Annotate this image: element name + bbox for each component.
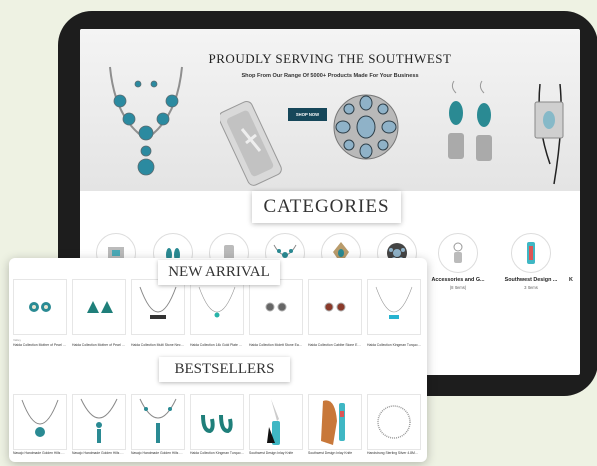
product-name: Handstrung Sterling Silver 4.8MM ... — [367, 451, 421, 455]
category-count: (8 Items) — [449, 285, 467, 290]
product-card[interactable]: Valley Haida Collection Mother of Pearl … — [13, 279, 67, 347]
product-image — [308, 394, 362, 450]
product-image — [13, 279, 67, 335]
product-name: Southwest Design Inlay Knife — [249, 451, 294, 455]
hero-title: PROUDLY SERVING THE SOUTHWEST — [208, 51, 452, 66]
product-image — [190, 279, 244, 335]
product-image — [131, 279, 185, 335]
product-card[interactable]: Haida Collection Cabibe Stone Earrings — [308, 279, 362, 347]
product-card[interactable]: Haida Collection Kingman Turquoise... — [190, 394, 244, 455]
cluster-ring-image[interactable] — [328, 87, 404, 167]
category-image — [511, 233, 551, 273]
product-brand: Valley — [13, 338, 21, 342]
product-card[interactable]: Haida Collection Mother of Pearl & T... — [72, 279, 126, 347]
product-card[interactable]: Handstrung Sterling Silver 4.8MM ... — [367, 394, 421, 455]
product-name: Haida Collection Molett Stone Earrings — [249, 343, 303, 347]
bestsellers-heading: BESTSELLERS — [159, 357, 290, 382]
categories-heading: CATEGORIES — [252, 191, 401, 223]
product-card[interactable]: Navajo Handmade Golden Hills Nec... — [72, 394, 126, 455]
product-card[interactable]: Navajo Handmade Golden Hills Nec... — [131, 394, 185, 455]
bolo-tie-image[interactable] — [520, 84, 580, 189]
product-card[interactable]: Haida Collection 14k Gold Plate Kin... — [190, 279, 244, 347]
category-name: K — [569, 277, 573, 283]
product-brand — [72, 338, 126, 342]
product-name: Haida Collection 14k Gold Plate Kin... — [190, 343, 244, 347]
product-brand — [249, 338, 303, 342]
product-image — [367, 279, 421, 335]
category-item-southwest-design[interactable]: Southwest Design ... 3 Items — [500, 233, 562, 290]
category-item-partial[interactable]: K — [569, 233, 580, 283]
category-item-accessories[interactable]: Accessories and G... (8 Items) — [427, 233, 489, 290]
product-image — [249, 279, 303, 335]
product-name: Haida Collection Kingman Turquoise... — [190, 451, 244, 455]
shop-now-button[interactable]: SHOP NOW — [288, 108, 327, 121]
product-image — [367, 394, 421, 450]
product-image — [72, 279, 126, 335]
product-card[interactable]: Southwest Design Inlay Knife — [249, 394, 303, 455]
category-count: 3 Items — [524, 285, 538, 290]
category-name: Accessories and G... — [431, 277, 485, 283]
product-name: Haida Collection Cabibe Stone Earrings — [308, 343, 362, 347]
product-image — [190, 394, 244, 450]
product-card[interactable]: Haida Collection Kingman Turquoise... — [367, 279, 421, 347]
product-brand — [131, 338, 185, 342]
product-image — [249, 394, 303, 450]
money-clip-image[interactable] — [220, 99, 282, 187]
product-name: Southwest Design Inlay Knife — [308, 451, 353, 455]
product-name: Haida Collection Kingman Turquoise... — [367, 343, 421, 347]
new-arrival-heading: NEW ARRIVAL — [158, 260, 280, 285]
product-name: Navajo Handmade Golden Hills Nec... — [13, 451, 67, 455]
product-panel: NEW ARRIVAL Valley Haida Collection Moth… — [9, 258, 427, 462]
product-name: Navajo Handmade Golden Hills Nec... — [131, 451, 185, 455]
product-image — [72, 394, 126, 450]
category-image — [438, 233, 478, 273]
product-name: Navajo Handmade Golden Hills Nec... — [72, 451, 126, 455]
product-card[interactable]: Haida Collection Multi Stone Necklace — [131, 279, 185, 347]
hero-banner: PROUDLY SERVING THE SOUTHWEST Shop From … — [80, 29, 580, 191]
product-brand — [190, 338, 244, 342]
product-image — [13, 394, 67, 450]
category-name: Southwest Design ... — [504, 277, 558, 283]
product-card[interactable]: Navajo Handmade Golden Hills Nec... — [13, 394, 67, 455]
hero-subtitle: Shop From Our Range Of 5000+ Products Ma… — [241, 73, 419, 79]
product-image — [131, 394, 185, 450]
product-brand — [367, 338, 421, 342]
product-card[interactable]: Haida Collection Molett Stone Earrings — [249, 279, 303, 347]
product-name: Haida Collection Mother of Pearl & T... — [72, 343, 126, 347]
product-image — [308, 279, 362, 335]
earrings-image[interactable] — [440, 77, 500, 177]
product-brand — [308, 338, 362, 342]
product-name: Haida Collection Mother of Pearl & T... — [13, 343, 67, 347]
product-card[interactable]: Southwest Design Inlay Knife — [308, 394, 362, 455]
product-name: Haida Collection Multi Stone Necklace — [131, 343, 185, 347]
